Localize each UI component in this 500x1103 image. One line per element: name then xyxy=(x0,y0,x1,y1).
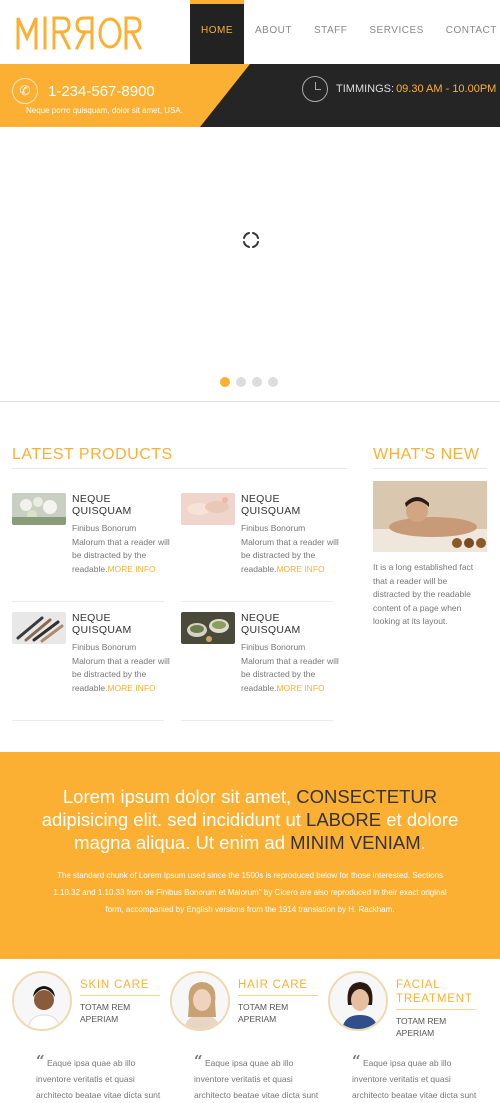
quote-icon: “ xyxy=(352,1052,361,1070)
nav-staff[interactable]: STAFF xyxy=(303,0,358,64)
more-info-link[interactable]: MORE INFO xyxy=(107,683,155,693)
person-avatar-icon xyxy=(172,973,228,1029)
product-divider xyxy=(12,601,164,602)
service-title-rule xyxy=(238,995,318,996)
slider-pagination xyxy=(220,377,284,387)
banner-headline-highlight: MINIM VENIAM xyxy=(290,832,421,853)
product-image[interactable] xyxy=(181,493,235,525)
nav-about[interactable]: ABOUT xyxy=(244,0,303,64)
service-subtitle: TOTAM REM APERIAM xyxy=(80,1002,131,1024)
product-card: NEQUE QUISQUAM Finibus Bonorum Malorum t… xyxy=(12,612,172,727)
timings-label: TIMMINGS: xyxy=(336,83,395,95)
more-info-link[interactable]: MORE INFO xyxy=(276,564,324,574)
product-card: NEQUE QUISQUAM Finibus Bonorum Malorum t… xyxy=(181,612,341,727)
banner-headline-highlight: CONSECTETUR xyxy=(296,786,438,807)
main-nav: HOME ABOUT STAFF SERVICES CONTACT xyxy=(190,0,500,64)
service-subtitle: TOTAM REM APERIAM xyxy=(396,1016,447,1038)
product-description: Finibus Bonorum Malorum that a reader wi… xyxy=(241,522,339,576)
promo-banner: Lorem ipsum dolor sit amet, CONSECTETUR … xyxy=(0,752,500,959)
nav-services[interactable]: SERVICES xyxy=(358,0,434,64)
service-quote-text: Eaque ipsa quae ab illo inventore verita… xyxy=(352,1058,477,1100)
phone-block: ✆ 1-234-567-8900 xyxy=(12,78,155,104)
product-card: NEQUE QUISQUAM Finibus Bonorum Malorum t… xyxy=(12,493,172,608)
slider-dot-2[interactable] xyxy=(236,377,246,387)
service-card-skin-care: SKIN CARE TOTAM REM APERIAM “ Eaque ipsa… xyxy=(12,966,162,1100)
timings-block: TIMMINGS: 09.30 AM - 10.00PM xyxy=(302,76,496,102)
service-card-hair-care: HAIR CARE TOTAM REM APERIAM “ Eaque ipsa… xyxy=(170,966,320,1100)
phone-number[interactable]: 1-234-567-8900 xyxy=(48,83,155,100)
product-title[interactable]: NEQUE QUISQUAM xyxy=(241,612,341,636)
product-title[interactable]: NEQUE QUISQUAM xyxy=(72,493,172,517)
banner-body-text: The standard chunk of Lorem Ipsum used s… xyxy=(53,871,447,914)
nav-home[interactable]: HOME xyxy=(190,0,244,64)
phone-icon: ✆ xyxy=(12,78,38,104)
service-title-rule xyxy=(80,995,160,996)
service-title-rule xyxy=(396,1009,476,1010)
quote-icon: “ xyxy=(36,1052,45,1070)
banner-headline-highlight: LABORE xyxy=(306,809,382,830)
product-description: Finibus Bonorum Malorum that a reader wi… xyxy=(72,641,170,695)
service-quote-text: Eaque ipsa quae ab illo inventore verita… xyxy=(194,1058,319,1100)
service-quote: “ Eaque ipsa quae ab illo inventore veri… xyxy=(352,1053,482,1103)
person-avatar-icon xyxy=(14,973,70,1029)
info-bar: ✆ 1-234-567-8900 Neque porro quisquam, d… xyxy=(0,64,500,127)
timings-value: 09.30 AM - 10.00PM xyxy=(396,83,497,95)
product-image[interactable] xyxy=(181,612,235,644)
product-description: Finibus Bonorum Malorum that a reader wi… xyxy=(241,641,339,695)
slider-dot-3[interactable] xyxy=(252,377,262,387)
product-image[interactable] xyxy=(12,493,66,525)
product-divider xyxy=(181,720,333,721)
latest-products-rule xyxy=(12,468,347,469)
banner-headline-part: adipisicing elit. sed incididunt ut xyxy=(41,809,307,830)
slider-dot-1[interactable] xyxy=(220,377,230,387)
product-description: Finibus Bonorum Malorum that a reader wi… xyxy=(72,522,170,576)
banner-headline-part: . xyxy=(420,832,426,853)
more-info-link[interactable]: MORE INFO xyxy=(107,564,155,574)
more-info-link[interactable]: MORE INFO xyxy=(276,683,324,693)
tagline: Neque porro quisquam, dolor sit amet, US… xyxy=(26,106,183,115)
service-card-facial-treatment: FACIAL TREATMENT TOTAM REM APERIAM “ Eaq… xyxy=(328,966,478,1100)
hero-slider[interactable] xyxy=(0,127,500,402)
service-title[interactable]: SKIN CARE xyxy=(80,978,164,992)
service-title[interactable]: FACIAL TREATMENT xyxy=(396,978,480,1006)
service-avatar[interactable] xyxy=(328,971,388,1031)
whats-new-title: WHAT'S NEW xyxy=(373,446,480,463)
banner-headline-part: Lorem ipsum dolor sit amet, xyxy=(62,786,297,807)
product-title[interactable]: NEQUE QUISQUAM xyxy=(241,493,341,517)
service-avatar[interactable] xyxy=(12,971,72,1031)
latest-products-title: LATEST PRODUCTS xyxy=(12,446,173,463)
mirror-logo[interactable] xyxy=(16,12,142,52)
quote-icon: “ xyxy=(194,1052,203,1070)
product-card: NEQUE QUISQUAM Finibus Bonorum Malorum t… xyxy=(181,493,341,608)
banner-headline: Lorem ipsum dolor sit amet, CONSECTETUR … xyxy=(20,785,480,854)
whats-new-image[interactable] xyxy=(373,481,487,552)
whats-new-rule xyxy=(373,468,487,469)
person-avatar-icon xyxy=(330,973,386,1029)
product-title[interactable]: NEQUE QUISQUAM xyxy=(72,612,172,636)
service-quote-text: Eaque ipsa quae ab illo inventore verita… xyxy=(36,1058,161,1100)
service-quote: “ Eaque ipsa quae ab illo inventore veri… xyxy=(36,1053,166,1103)
loading-spinner-icon xyxy=(243,232,259,248)
service-avatar[interactable] xyxy=(170,971,230,1031)
service-subtitle: TOTAM REM APERIAM xyxy=(238,1002,289,1024)
slider-dot-4[interactable] xyxy=(268,377,278,387)
whats-new-text: It is a long established fact that a rea… xyxy=(373,562,474,626)
site-header: HOME ABOUT STAFF SERVICES CONTACT xyxy=(0,0,500,64)
product-divider xyxy=(181,601,333,602)
service-title[interactable]: HAIR CARE xyxy=(238,978,322,992)
product-image[interactable] xyxy=(12,612,66,644)
service-quote: “ Eaque ipsa quae ab illo inventore veri… xyxy=(194,1053,324,1103)
nav-contact[interactable]: CONTACT xyxy=(435,0,500,64)
product-divider xyxy=(12,720,164,721)
clock-icon xyxy=(302,76,328,102)
